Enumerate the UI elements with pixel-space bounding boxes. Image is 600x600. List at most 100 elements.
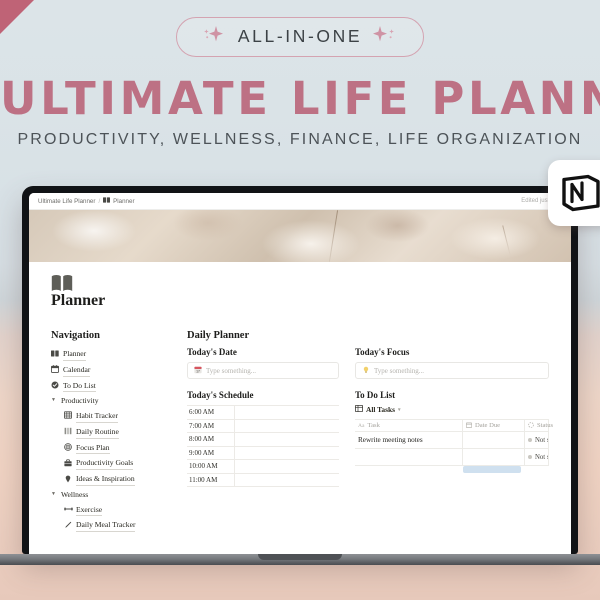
list-icon	[64, 427, 72, 437]
cell-date-due[interactable]	[463, 449, 525, 465]
table-icon	[355, 405, 363, 414]
todays-schedule-table: 6:00 AM 7:00 AM 8:00 AM 9:00 AM 10:00 AM…	[187, 405, 339, 487]
todays-focus-input[interactable]: Type something...	[355, 362, 549, 379]
table-row[interactable]: Rewrite meeting notes Not started	[355, 432, 549, 449]
schedule-time: 6:00 AM	[187, 406, 235, 419]
open-book-icon[interactable]	[51, 274, 73, 292]
sidebar-item-daily-meal-tracker[interactable]: Daily Meal Tracker	[51, 518, 169, 533]
todays-focus-placeholder: Type something...	[374, 366, 425, 375]
sidebar-item-label: Daily Routine	[76, 426, 119, 439]
breadcrumb-page[interactable]: Planner	[113, 198, 134, 205]
schedule-row[interactable]: 6:00 AM	[187, 406, 339, 420]
sidebar-item-label: Ideas & Inspiration	[76, 473, 135, 486]
all-in-one-badge: ALL-IN-ONE	[175, 17, 425, 57]
schedule-time: 8:00 AM	[187, 433, 235, 446]
sidebar-item-ideas-inspiration[interactable]: Ideas & Inspiration	[51, 472, 169, 487]
schedule-entry-cell[interactable]	[235, 460, 339, 473]
todays-date-placeholder: Type something...	[206, 366, 257, 375]
schedule-time: 11:00 AM	[187, 473, 235, 486]
daily-planner-heading: Daily Planner	[187, 330, 250, 341]
notion-logo-icon	[562, 174, 600, 212]
sidebar-item-label: Daily Meal Tracker	[76, 519, 136, 533]
grid-icon	[64, 411, 72, 421]
schedule-row[interactable]: 7:00 AM	[187, 419, 339, 433]
sidebar-item-focus-plan[interactable]: Focus Plan	[51, 441, 169, 456]
laptop-base-notch	[258, 554, 342, 560]
sidebar-group-productivity[interactable]: ▼ Productivity	[51, 394, 169, 408]
triangle-down-icon[interactable]: ▼	[51, 397, 57, 405]
column-header-status[interactable]: Status	[525, 420, 553, 431]
sidebar-group-label: Productivity	[61, 396, 99, 406]
todays-focus-label: Today's Focus	[355, 347, 410, 357]
check-circle-icon	[51, 381, 59, 391]
laptop-screen-bezel: Ultimate Life Planner / Planner Edited j…	[22, 186, 578, 554]
bulb-pin-icon	[64, 475, 72, 485]
sidebar-item-label: Calendar	[63, 364, 91, 377]
column-header-date-due[interactable]: Date Due	[463, 420, 525, 431]
schedule-row[interactable]: 11:00 AM	[187, 473, 339, 487]
triangle-down-icon[interactable]: ▼	[51, 491, 57, 499]
sparkle-icon	[203, 25, 229, 48]
table-row[interactable]: Not started	[355, 449, 549, 466]
target-icon	[64, 443, 72, 453]
notion-app-window: Ultimate Life Planner / Planner Edited j…	[29, 193, 571, 554]
cell-status[interactable]: Not started	[525, 432, 549, 448]
laptop-mockup: Ultimate Life Planner / Planner Edited j…	[0, 186, 600, 565]
todo-list-heading: To Do List	[355, 390, 396, 400]
breadcrumb-workspace[interactable]: Ultimate Life Planner	[38, 198, 95, 205]
schedule-row[interactable]: 9:00 AM	[187, 446, 339, 460]
status-label: Not started	[535, 453, 548, 461]
sidebar-item-label: Exercise	[76, 504, 103, 517]
planner-left-column: Today's Date 17 Type something... Today'…	[187, 347, 339, 487]
todo-view-selector[interactable]: All Tasks ▾	[355, 405, 549, 414]
schedule-entry-cell[interactable]	[235, 447, 339, 460]
cell-task[interactable]: Rewrite meeting notes	[355, 432, 463, 448]
column-header-label: Date Due	[475, 422, 501, 429]
planner-right-column: Today's Focus Type something... To Do Li…	[355, 347, 553, 487]
todo-view-label: All Tasks	[366, 405, 395, 414]
sidebar-item-planner[interactable]: Planner	[51, 347, 169, 362]
notion-topbar: Ultimate Life Planner / Planner Edited j…	[29, 193, 571, 210]
status-dot-icon	[528, 455, 532, 459]
calendar-date-icon: 17	[194, 366, 202, 376]
sidebar-item-habit-tracker[interactable]: Habit Tracker	[51, 409, 169, 424]
pen-icon	[64, 521, 72, 531]
status-circle-icon	[528, 421, 534, 430]
page-subtitle: PRODUCTIVITY, WELLNESS, FINANCE, LIFE OR…	[17, 131, 583, 148]
sparkle-icon	[371, 25, 397, 48]
page-cover-image	[29, 210, 571, 262]
schedule-row[interactable]: 10:00 AM	[187, 460, 339, 474]
notion-page-title[interactable]: Planner	[51, 292, 549, 310]
sidebar-group-wellness[interactable]: ▼ Wellness	[51, 488, 169, 502]
schedule-entry-cell[interactable]	[235, 433, 339, 446]
svg-text:17: 17	[196, 369, 200, 373]
sidebar-item-label: Focus Plan	[76, 442, 110, 455]
schedule-entry-cell[interactable]	[235, 474, 339, 487]
breadcrumb[interactable]: Ultimate Life Planner / Planner	[38, 197, 135, 205]
cell-status[interactable]: Not started	[525, 449, 549, 465]
schedule-row[interactable]: 8:00 AM	[187, 433, 339, 447]
navigation-heading: Navigation	[51, 330, 101, 341]
sidebar-item-productivity-goals[interactable]: Productivity Goals	[51, 456, 169, 471]
status-badge: Not started	[528, 436, 548, 444]
todays-date-input[interactable]: 17 Type something...	[187, 362, 339, 379]
schedule-time: 10:00 AM	[187, 460, 235, 473]
calendar-icon	[50, 365, 60, 375]
schedule-entry-cell[interactable]	[235, 420, 339, 433]
todays-date-label: Today's Date	[187, 347, 237, 357]
column-header-task[interactable]: Aa Task	[355, 420, 463, 431]
sidebar-item-to-do-list[interactable]: To Do List	[51, 379, 169, 394]
cell-date-due[interactable]	[463, 432, 525, 448]
todays-schedule-label: Today's Schedule	[187, 390, 254, 400]
sidebar-item-exercise[interactable]: Exercise	[51, 503, 169, 518]
chevron-down-icon[interactable]: ▾	[398, 407, 401, 413]
status-label: Not started	[535, 436, 548, 444]
sidebar-item-calendar[interactable]: Calendar	[50, 363, 169, 378]
sidebar-item-daily-routine[interactable]: Daily Routine	[51, 425, 169, 440]
all-in-one-badge-wrapper: ALL-IN-ONE	[0, 17, 600, 57]
cell-task[interactable]	[355, 449, 463, 465]
lightbulb-icon	[362, 366, 370, 376]
status-dot-icon	[528, 438, 532, 442]
schedule-entry-cell[interactable]	[235, 406, 339, 419]
selection-bar	[463, 466, 521, 473]
